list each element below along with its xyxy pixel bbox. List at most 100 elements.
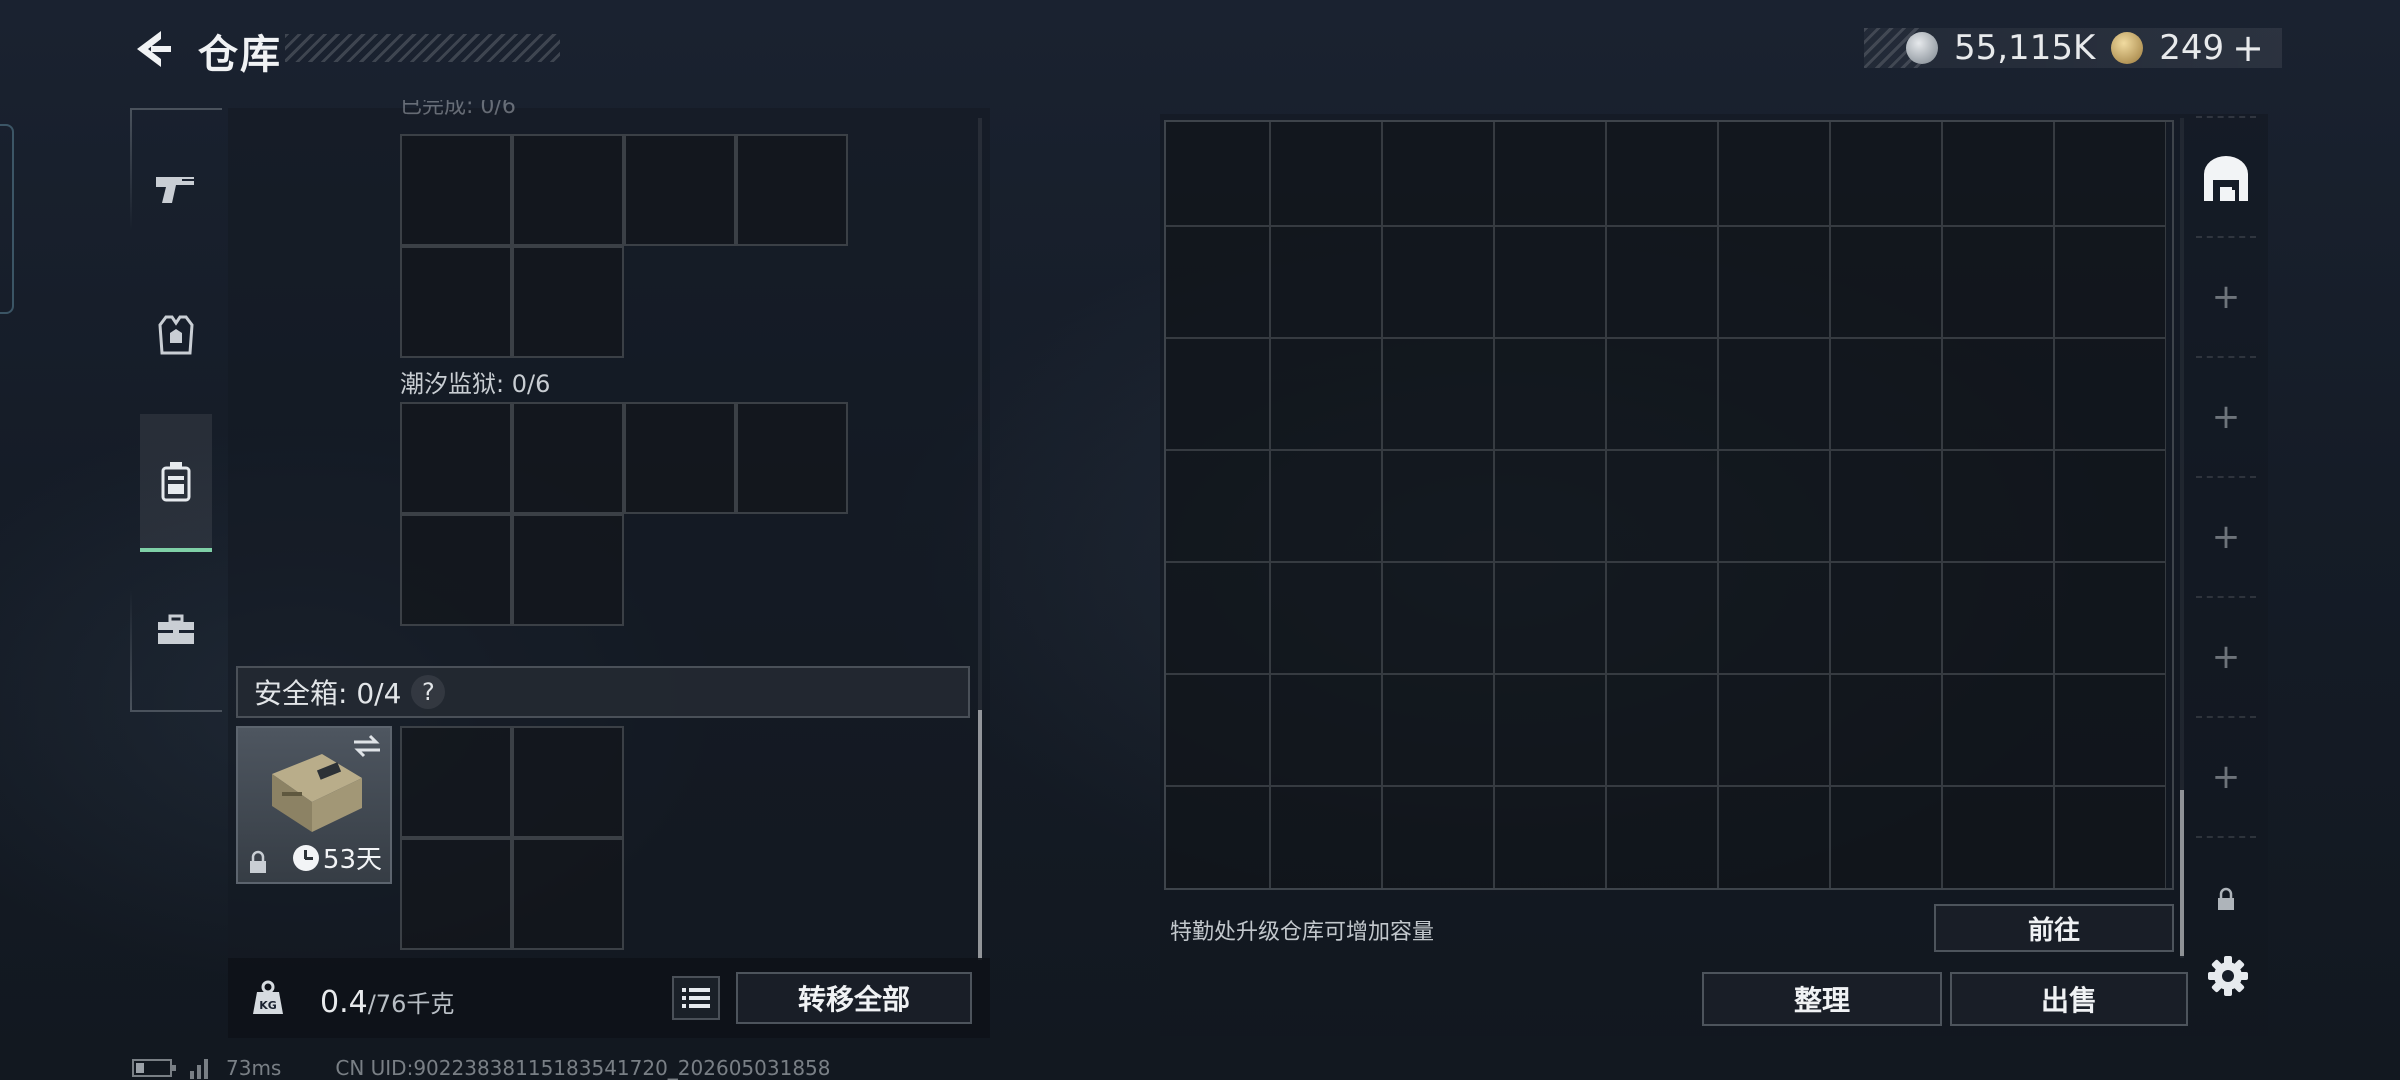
warehouse-cell[interactable] (1166, 674, 1270, 786)
grid-cell[interactable] (400, 246, 512, 358)
add-currency-button[interactable]: + (2232, 26, 2264, 70)
warehouse-cell[interactable] (1494, 122, 1606, 226)
warehouse-cell[interactable] (1942, 450, 2054, 562)
warehouse-cell[interactable] (1718, 226, 1830, 338)
warehouse-cell[interactable] (2054, 450, 2166, 562)
warehouse-tab-locked[interactable] (2196, 840, 2256, 958)
list-view-button[interactable] (672, 976, 720, 1020)
grid-cell[interactable] (512, 246, 624, 358)
grid-cell[interactable] (736, 134, 848, 246)
grid-cell[interactable] (400, 726, 512, 838)
grid-cell[interactable] (624, 402, 736, 514)
warehouse-cell[interactable] (1830, 786, 1942, 888)
grid-cell[interactable] (400, 838, 512, 950)
left-edge-tab[interactable] (0, 124, 14, 314)
grid-cell[interactable] (736, 402, 848, 514)
grid-cell[interactable] (512, 838, 624, 950)
warehouse-cell[interactable] (1942, 226, 2054, 338)
warehouse-cell[interactable] (1382, 122, 1494, 226)
warehouse-cell[interactable] (1942, 338, 2054, 450)
warehouse-cell[interactable] (1382, 786, 1494, 888)
sidebar-item-weapons[interactable] (140, 142, 212, 238)
warehouse-cell[interactable] (1382, 562, 1494, 674)
warehouse-cell[interactable] (1718, 674, 1830, 786)
sidebar-item-backpack[interactable] (140, 414, 212, 552)
warehouse-cell[interactable] (1606, 338, 1718, 450)
warehouse-cell[interactable] (1830, 562, 1942, 674)
warehouse-cell[interactable] (1494, 562, 1606, 674)
grid-cell[interactable] (512, 514, 624, 626)
warehouse-cell[interactable] (1718, 786, 1830, 888)
warehouse-tab-add-1[interactable]: + (2196, 238, 2256, 356)
warehouse-tab-add-4[interactable]: + (2196, 598, 2256, 716)
warehouse-cell[interactable] (1830, 674, 1942, 786)
warehouse-cell[interactable] (1830, 450, 1942, 562)
warehouse-cell[interactable] (1270, 122, 1382, 226)
warehouse-cell[interactable] (1494, 450, 1606, 562)
warehouse-cell[interactable] (1494, 226, 1606, 338)
warehouse-cell[interactable] (1718, 338, 1830, 450)
warehouse-cell[interactable] (1830, 338, 1942, 450)
warehouse-cell[interactable] (2054, 122, 2166, 226)
grid-cell[interactable] (512, 134, 624, 246)
warehouse-cell[interactable] (1270, 562, 1382, 674)
warehouse-cell[interactable] (1942, 786, 2054, 888)
sidebar-item-tools[interactable] (140, 582, 212, 678)
grid-cell[interactable] (400, 402, 512, 514)
warehouse-cell[interactable] (1718, 122, 1830, 226)
warehouse-cell[interactable] (1166, 562, 1270, 674)
grid-cell[interactable] (400, 514, 512, 626)
grid-cell[interactable] (512, 726, 624, 838)
warehouse-cell[interactable] (1270, 226, 1382, 338)
warehouse-cell[interactable] (1606, 122, 1718, 226)
warehouse-cell[interactable] (2054, 562, 2166, 674)
warehouse-cell[interactable] (1270, 338, 1382, 450)
warehouse-cell[interactable] (1830, 122, 1942, 226)
warehouse-cell[interactable] (1718, 562, 1830, 674)
sort-button[interactable]: 整理 (1702, 972, 1942, 1026)
left-scrollbar-thumb[interactable] (978, 710, 982, 960)
transfer-all-button[interactable]: 转移全部 (736, 972, 972, 1024)
warehouse-cell[interactable] (1606, 562, 1718, 674)
warehouse-cell[interactable] (2054, 338, 2166, 450)
warehouse-scrollbar-thumb[interactable] (2180, 790, 2184, 956)
sell-button[interactable]: 出售 (1950, 972, 2188, 1026)
warehouse-cell[interactable] (1606, 226, 1718, 338)
safebox-item[interactable]: 53天 (236, 726, 392, 884)
warehouse-tab-add-5[interactable]: + (2196, 718, 2256, 836)
warehouse-cell[interactable] (1270, 674, 1382, 786)
warehouse-tab-add-3[interactable]: + (2196, 478, 2256, 596)
warehouse-tab-add-2[interactable]: + (2196, 358, 2256, 476)
warehouse-cell[interactable] (1606, 674, 1718, 786)
settings-button[interactable] (2204, 952, 2252, 1000)
warehouse-cell[interactable] (1718, 450, 1830, 562)
grid-cell[interactable] (400, 134, 512, 246)
warehouse-cell[interactable] (1942, 122, 2054, 226)
warehouse-cell[interactable] (1494, 674, 1606, 786)
warehouse-cell[interactable] (1166, 226, 1270, 338)
warehouse-tab-main[interactable] (2196, 120, 2256, 238)
warehouse-cell[interactable] (1270, 450, 1382, 562)
warehouse-cell[interactable] (1606, 450, 1718, 562)
warehouse-cell[interactable] (1606, 786, 1718, 888)
warehouse-cell[interactable] (1382, 450, 1494, 562)
sidebar-item-armor[interactable] (140, 288, 212, 384)
warehouse-cell[interactable] (1382, 226, 1494, 338)
warehouse-cell[interactable] (1382, 338, 1494, 450)
help-button[interactable]: ? (411, 675, 446, 709)
goto-button[interactable]: 前往 (1934, 904, 2174, 952)
back-button[interactable] (128, 24, 178, 74)
swap-icon[interactable] (352, 734, 382, 758)
grid-cell[interactable] (512, 402, 624, 514)
warehouse-cell[interactable] (1494, 338, 1606, 450)
grid-cell[interactable] (624, 134, 736, 246)
warehouse-cell[interactable] (1166, 786, 1270, 888)
warehouse-cell[interactable] (1942, 562, 2054, 674)
warehouse-cell[interactable] (2054, 226, 2166, 338)
warehouse-cell[interactable] (1830, 226, 1942, 338)
warehouse-cell[interactable] (1494, 786, 1606, 888)
warehouse-cell[interactable] (1942, 674, 2054, 786)
warehouse-cell[interactable] (1166, 122, 1270, 226)
warehouse-cell[interactable] (1166, 338, 1270, 450)
warehouse-cell[interactable] (2054, 674, 2166, 786)
